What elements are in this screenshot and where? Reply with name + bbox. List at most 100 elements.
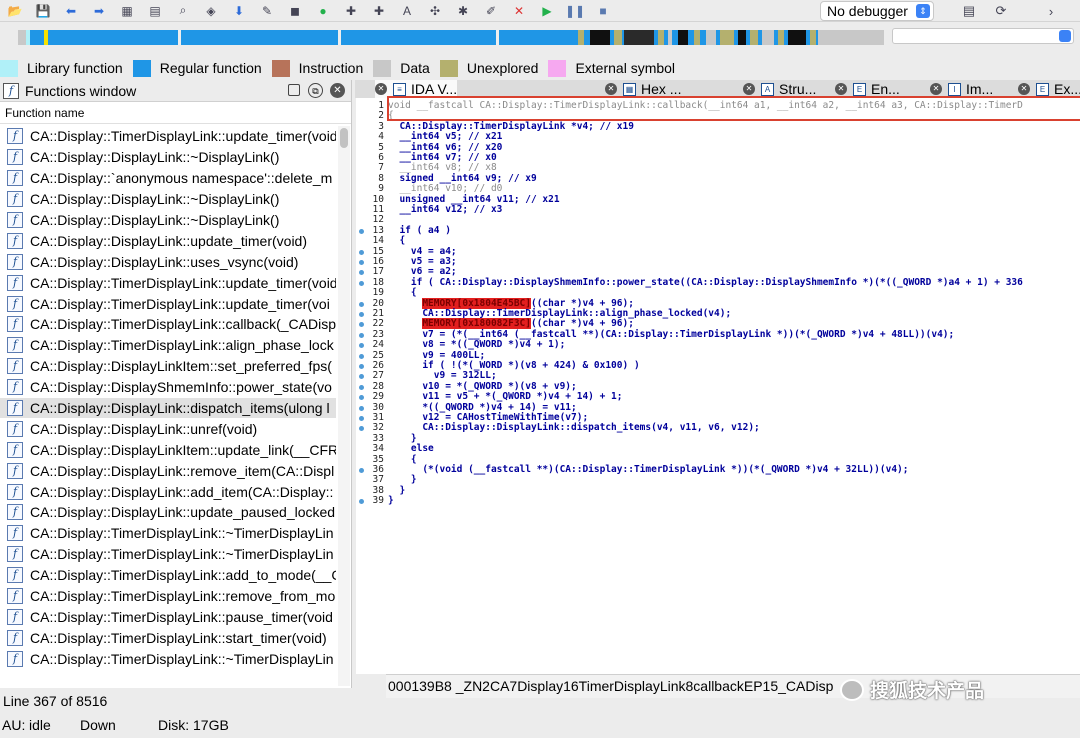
function-list-item[interactable]: f CA::Display::TimerDisplayLink::~TimerDi… (0, 544, 336, 565)
function-list-item[interactable]: f CA::Display::TimerDisplayLink::align_ph… (0, 335, 336, 356)
code-line[interactable]: 37 } (356, 474, 1080, 485)
function-list-item[interactable]: f CA::Display::DisplayLink::remove_item(C… (0, 460, 336, 481)
nav-segment (668, 30, 672, 45)
function-icon: f (7, 337, 23, 354)
function-list-item[interactable]: f CA::Display::DisplayShmemInfo::power_st… (0, 377, 336, 398)
close-tab-icon[interactable]: ✕ (375, 83, 387, 95)
stop2-icon[interactable]: ■ (592, 2, 614, 20)
text-icon[interactable]: A (396, 2, 418, 20)
function-list-item[interactable]: f CA::Display::DisplayLink::~DisplayLink(… (0, 189, 336, 210)
close-tab-icon[interactable]: ✕ (743, 83, 755, 95)
navigation-combobox[interactable] (892, 28, 1074, 44)
code-line[interactable]: 36 (*(void (__fastcall **)(CA::Display::… (356, 464, 1080, 475)
tab-code[interactable]: ✕ ≡ IDA V... (375, 80, 458, 98)
code-line[interactable]: 32 CA::Display::DisplayLink::dispatch_it… (356, 422, 1080, 433)
back-icon[interactable]: ⬅ (60, 2, 82, 20)
stop-icon[interactable]: ◼ (284, 2, 306, 20)
function-list-item[interactable]: f CA::Display::DisplayLink::add_item(CA::… (0, 481, 336, 502)
function-list-item[interactable]: f CA::Display::TimerDisplayLink::pause_ti… (0, 606, 336, 627)
save-icon[interactable]: 💾 (32, 2, 54, 20)
tab-hex[interactable]: ✕ ▦ Hex ... (605, 80, 681, 98)
legend-label: Unexplored (466, 60, 539, 76)
memory-reference[interactable]: MEMORY[0x1804E45BC] (422, 297, 531, 309)
memory-reference[interactable]: MEMORY[0x180082F3C] (422, 318, 531, 330)
code-line[interactable]: 38 } (356, 485, 1080, 496)
tab-enum[interactable]: ✕ E En... (835, 80, 900, 98)
code-line[interactable]: 14 { (356, 235, 1080, 246)
close-tab-icon[interactable]: ✕ (1018, 83, 1030, 95)
function-list-scrollbar[interactable] (338, 126, 350, 686)
function-list-item[interactable]: f CA::Display::DisplayLinkItem::set_prefe… (0, 356, 336, 377)
function-icon: f (7, 629, 23, 646)
cross-icon[interactable]: ✕ (508, 2, 530, 20)
code-line[interactable]: 13 if ( a4 ) (356, 225, 1080, 236)
chevron-right-icon[interactable]: › (1040, 2, 1062, 20)
refresh-icon[interactable]: ⟳ (990, 2, 1012, 20)
plugin-icon[interactable]: ✣ (424, 2, 446, 20)
code-line[interactable]: 12 (356, 214, 1080, 225)
nav-segment (26, 30, 30, 45)
add-icon[interactable]: ✚ (340, 2, 362, 20)
code-line[interactable]: 39} (356, 495, 1080, 506)
function-list-item[interactable]: f CA::Display::TimerDisplayLink::~TimerDi… (0, 523, 336, 544)
code-line[interactable]: 33 } (356, 433, 1080, 444)
code-line[interactable]: 15 v4 = a4; (356, 246, 1080, 257)
function-list-item[interactable]: f CA::Display::TimerDisplayLink::update_t… (0, 272, 336, 293)
binary-icon[interactable]: ▦ (116, 2, 138, 20)
function-list-item[interactable]: f CA::Display::DisplayLink::update_paused… (0, 502, 336, 523)
code-line[interactable]: 11 __int64 v12; // x3 (356, 204, 1080, 215)
pause-icon[interactable]: ❚❚ (564, 2, 586, 20)
function-list-item[interactable]: f CA::Display::TimerDisplayLink::remove_f… (0, 586, 336, 607)
jump-icon[interactable]: ⬇ (228, 2, 250, 20)
debugger-select[interactable]: No debugger ⇕ (820, 1, 934, 21)
function-name-column-header[interactable]: Function name (0, 102, 351, 124)
function-icon: f (7, 316, 23, 333)
tab-label: Im... (966, 81, 994, 97)
script-icon[interactable]: ▤ (958, 2, 980, 20)
code-line[interactable]: 18 if ( CA::Display::DisplayShmemInfo::p… (356, 277, 1080, 288)
pseudocode-view[interactable]: 1 void __fastcall CA::Display::TimerDispl… (356, 98, 1080, 674)
restore-window-icon[interactable]: ⧉ (308, 83, 323, 98)
function-list-item[interactable]: f CA::Display::DisplayLink::update_timer(… (0, 230, 336, 251)
close-tab-icon[interactable]: ✕ (930, 83, 942, 95)
hex-icon[interactable]: ▤ (144, 2, 166, 20)
open-icon[interactable]: 📂 (4, 2, 26, 20)
function-list-item[interactable]: f CA::Display::DisplayLink::~DisplayLink(… (0, 210, 336, 231)
edit-icon[interactable]: ✐ (480, 2, 502, 20)
function-list-item[interactable]: f CA::Display::DisplayLink::~DisplayLink(… (0, 147, 336, 168)
code-line[interactable]: 34 else (356, 443, 1080, 454)
star-icon[interactable]: ✱ (452, 2, 474, 20)
function-list-item[interactable]: f CA::Display::DisplayLink::uses_vsync(vo… (0, 251, 336, 272)
function-list-item[interactable]: f CA::Display::TimerDisplayLink::update_t… (0, 293, 336, 314)
tab-struct[interactable]: ✕ A Stru... (743, 80, 816, 98)
navigation-strip[interactable] (18, 30, 884, 45)
close-tab-icon[interactable]: ✕ (835, 83, 847, 95)
function-list-item[interactable]: f CA::Display::`anonymous namespace'::del… (0, 168, 336, 189)
close-tab-icon[interactable]: ✕ (605, 83, 617, 95)
add2-icon[interactable]: ✚ (368, 2, 390, 20)
function-list-item[interactable]: f CA::Display::TimerDisplayLink::add_to_m… (0, 565, 336, 586)
function-list-item[interactable]: f CA::Display::DisplayLinkItem::update_li… (0, 439, 336, 460)
function-name: CA::Display::DisplayLink::update_timer(v… (30, 232, 307, 249)
code-line[interactable]: 16 v5 = a3; (356, 256, 1080, 267)
function-list-item[interactable]: f CA::Display::DisplayLink::unref(void) (0, 418, 336, 439)
tab-exp[interactable]: ✕ E Ex... (1018, 80, 1080, 98)
function-list-item[interactable]: f CA::Display::TimerDisplayLink::callback… (0, 314, 336, 335)
graph-icon[interactable]: ◈ (200, 2, 222, 20)
scrollbar-thumb[interactable] (340, 128, 348, 148)
float-window-icon[interactable] (288, 84, 300, 96)
function-icon: f (7, 650, 23, 667)
play-icon[interactable]: ▶ (536, 2, 558, 20)
function-list-item[interactable]: f CA::Display::TimerDisplayLink::update_t… (0, 126, 336, 147)
function-list-item[interactable]: f CA::Display::TimerDisplayLink::start_ti… (0, 627, 336, 648)
tab-imp[interactable]: ✕ I Im... (930, 80, 993, 98)
function-list-item[interactable]: f CA::Display::DisplayLink::dispatch_item… (0, 397, 336, 419)
function-list-item[interactable]: f CA::Display::TimerDisplayLink::~TimerDi… (0, 648, 336, 669)
run-icon[interactable]: ● (312, 2, 334, 20)
nav-segment (178, 30, 181, 45)
code-line[interactable]: 1 void __fastcall CA::Display::TimerDispl… (356, 100, 1080, 111)
close-window-icon[interactable]: ✕ (330, 83, 345, 98)
search-icon[interactable]: ⌕ (172, 2, 194, 20)
patch-icon[interactable]: ✎ (256, 2, 278, 20)
forward-icon[interactable]: ➡ (88, 2, 110, 20)
